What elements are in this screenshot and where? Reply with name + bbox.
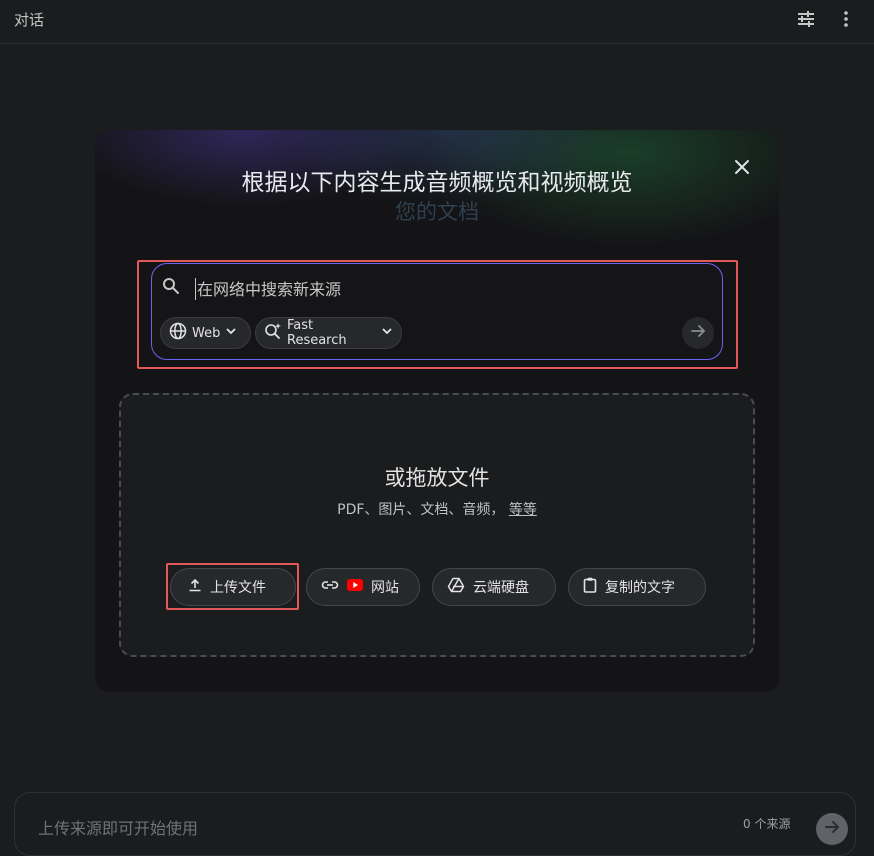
supported-formats: PDF、图片、文档、音频， 等等 <box>121 499 753 519</box>
tune-icon[interactable] <box>791 6 821 32</box>
more-formats-link[interactable]: 等等 <box>509 502 537 518</box>
chevron-down-icon <box>225 325 237 341</box>
dialog-heading: 根据以下内容生成音频概览和视频概览 <box>241 170 633 196</box>
arrow-right-icon <box>823 818 841 840</box>
file-drop-zone[interactable]: 或拖放文件 PDF、图片、文档、音频， 等等 上传文件 网站 云端硬盘 复制的文… <box>119 393 755 657</box>
drive-label: 云端硬盘 <box>473 580 529 596</box>
paste-label: 复制的文字 <box>605 580 675 596</box>
research-mode-dropdown[interactable]: Fast Research <box>255 317 402 349</box>
paste-text-button[interactable]: 复制的文字 <box>568 568 706 606</box>
clipboard-icon <box>583 577 597 597</box>
chat-send-button[interactable] <box>816 813 848 845</box>
panel-title: 对话 <box>14 11 45 29</box>
research-chip-label: Fast Research <box>287 318 347 348</box>
drive-icon <box>447 577 465 597</box>
youtube-icon <box>347 579 363 595</box>
drive-source-button[interactable]: 云端硬盘 <box>432 568 556 606</box>
web-chip-label: Web <box>192 325 221 341</box>
web-source-dropdown[interactable]: Web <box>160 317 251 349</box>
globe-icon <box>169 322 187 344</box>
upload-highlight-box <box>166 563 299 610</box>
search-submit-button[interactable] <box>682 317 714 349</box>
search-icon <box>162 277 180 299</box>
arrow-right-icon <box>690 323 706 343</box>
search-spark-icon <box>264 322 282 344</box>
website-source-button[interactable]: 网站 <box>306 568 420 606</box>
chevron-down-icon <box>381 325 393 341</box>
link-icon <box>321 579 339 595</box>
source-count: 0 个来源 <box>743 817 791 831</box>
chat-input[interactable]: 上传来源即可开始使用 <box>38 815 198 839</box>
web-search-box: Web Fast Research <box>151 263 723 360</box>
drop-title: 或拖放文件 <box>384 466 490 490</box>
website-label: 网站 <box>371 580 399 596</box>
formats-text: PDF、图片、文档、音频， <box>337 502 505 518</box>
more-vert-icon[interactable] <box>831 6 861 32</box>
search-input[interactable] <box>195 278 665 300</box>
chat-input-bar: 上传来源即可开始使用 0 个来源 <box>14 792 856 856</box>
top-bar: 对话 <box>0 0 874 44</box>
dialog-subheading: 您的文档 <box>395 200 479 224</box>
